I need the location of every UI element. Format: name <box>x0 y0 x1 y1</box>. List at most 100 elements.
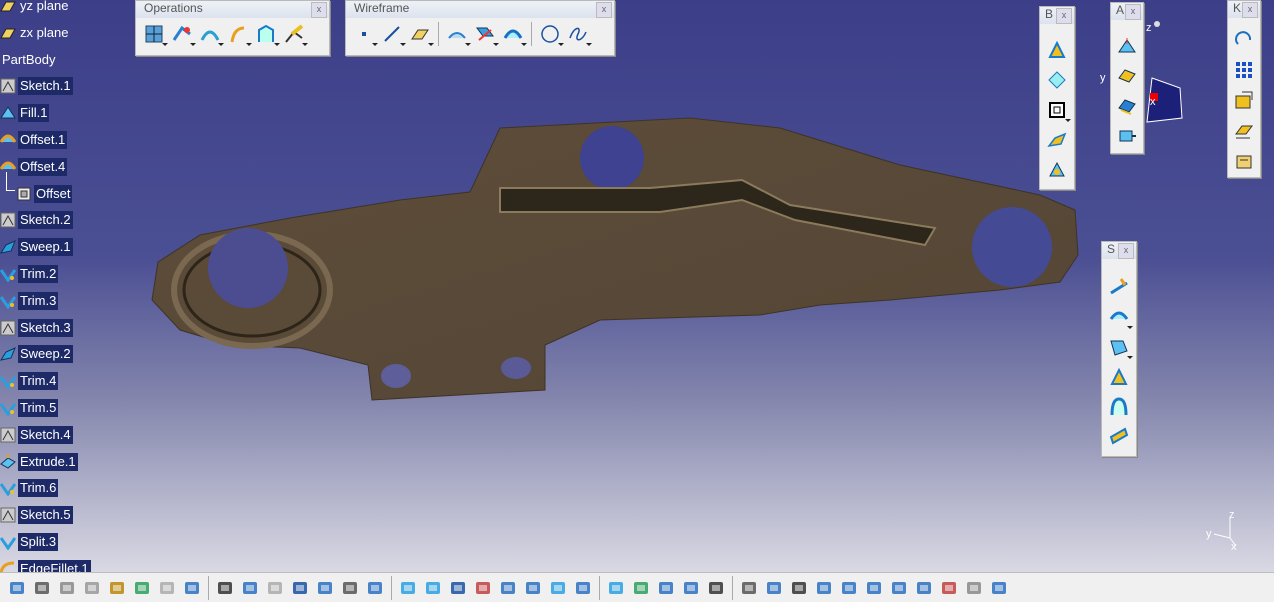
tree-item[interactable]: Sweep.1 <box>0 237 73 257</box>
hole[interactable] <box>381 364 411 388</box>
offset-icon[interactable] <box>1115 64 1139 88</box>
spline-icon[interactable] <box>566 22 592 46</box>
hand-icon[interactable] <box>788 577 810 599</box>
tools-icon[interactable] <box>963 577 985 599</box>
plane-icon[interactable] <box>408 22 434 46</box>
tree-item[interactable]: PartBody <box>0 50 57 70</box>
fit-all-icon[interactable] <box>422 577 444 599</box>
join-icon[interactable] <box>142 22 168 46</box>
zoom-out-icon[interactable] <box>522 577 544 599</box>
chamfer-icon[interactable] <box>1107 335 1133 359</box>
operations-toolbar[interactable]: Operations x <box>135 0 330 56</box>
lock-icon[interactable] <box>339 577 361 599</box>
blend-icon[interactable] <box>1045 98 1071 122</box>
s-toolbar[interactable]: S x <box>1101 241 1137 457</box>
healing-icon[interactable] <box>170 22 196 46</box>
whats-this-icon[interactable] <box>181 577 203 599</box>
parameter-icon[interactable] <box>364 577 386 599</box>
render-style-icon[interactable] <box>630 577 652 599</box>
pan-icon[interactable] <box>447 577 469 599</box>
hole[interactable] <box>208 228 288 308</box>
grid-icon[interactable] <box>863 577 885 599</box>
split-icon[interactable] <box>1115 124 1139 148</box>
a-toolbar[interactable]: A x <box>1110 2 1144 154</box>
snapshot-icon[interactable] <box>738 577 760 599</box>
tree-item[interactable]: yz plane <box>0 0 70 16</box>
hide-show-icon[interactable] <box>655 577 677 599</box>
tree-item[interactable]: Sketch.3 <box>0 318 73 338</box>
shape-fillet-icon[interactable] <box>1107 275 1131 299</box>
cut-icon[interactable] <box>56 577 78 599</box>
multi-view-icon[interactable] <box>572 577 594 599</box>
thickness-icon[interactable] <box>1115 94 1139 118</box>
tree-item[interactable]: Sketch.4 <box>0 425 73 445</box>
settings-icon[interactable] <box>988 577 1010 599</box>
tree-item[interactable]: Split.3 <box>0 532 59 552</box>
projection-icon[interactable] <box>445 22 471 46</box>
intersection-icon[interactable] <box>473 22 499 46</box>
hole[interactable] <box>580 126 644 190</box>
tree-item[interactable]: Sketch.5 <box>0 505 73 525</box>
tree-item[interactable]: Trim.2 <box>0 264 59 284</box>
close-icon[interactable]: x <box>596 2 612 18</box>
circle-icon[interactable] <box>538 22 564 46</box>
face-fillet-icon[interactable] <box>1107 365 1131 389</box>
face-icon[interactable] <box>913 577 935 599</box>
tree-item[interactable]: Sketch.2 <box>0 210 73 230</box>
comment-icon[interactable] <box>239 577 261 599</box>
point-icon[interactable] <box>352 22 378 46</box>
k-toolbar[interactable]: K x <box>1227 0 1261 178</box>
extrapolate-icon[interactable] <box>1045 158 1069 182</box>
copy-icon[interactable] <box>81 577 103 599</box>
tree-item[interactable]: Sweep.2 <box>0 344 73 364</box>
multi-section-icon[interactable] <box>1045 68 1069 92</box>
boundary-icon[interactable] <box>226 22 252 46</box>
parallel-curve-icon[interactable] <box>501 22 527 46</box>
transform-icon[interactable] <box>282 22 308 46</box>
close-icon[interactable]: x <box>1242 2 1258 18</box>
fill-icon[interactable] <box>1045 38 1069 62</box>
measure-icon[interactable] <box>938 577 960 599</box>
tree-item[interactable]: Trim.6 <box>0 478 59 498</box>
hole[interactable] <box>501 357 531 379</box>
tree-item[interactable]: Offset <box>16 184 73 204</box>
axis-to-axis-icon[interactable] <box>1232 148 1256 172</box>
swap-icon[interactable] <box>680 577 702 599</box>
rotate-xn-icon[interactable] <box>1232 28 1256 52</box>
b-toolbar[interactable]: B x <box>1039 6 1075 190</box>
tree-item[interactable]: Offset.1 <box>0 130 68 150</box>
close-icon[interactable]: x <box>1056 8 1072 24</box>
refresh-icon[interactable] <box>763 577 785 599</box>
tree-item[interactable]: Extrude.1 <box>0 452 78 472</box>
line-icon[interactable] <box>380 22 406 46</box>
hole[interactable] <box>972 207 1052 287</box>
edge-fillet-icon[interactable] <box>1107 305 1133 329</box>
print-icon[interactable] <box>31 577 53 599</box>
capture-icon[interactable] <box>705 577 727 599</box>
formula-icon[interactable] <box>214 577 236 599</box>
close-icon[interactable]: x <box>1125 4 1141 20</box>
normal-view-icon[interactable] <box>547 577 569 599</box>
tree-item[interactable]: zx plane <box>0 23 70 43</box>
redo-icon[interactable] <box>156 577 178 599</box>
table-icon[interactable] <box>289 577 311 599</box>
zoom-in-icon[interactable] <box>497 577 519 599</box>
untrim-icon[interactable] <box>198 22 224 46</box>
compare-icon[interactable] <box>838 577 860 599</box>
tritangent-fillet-icon[interactable] <box>1107 395 1131 419</box>
knowledge-icon[interactable] <box>264 577 286 599</box>
undo-icon[interactable] <box>131 577 153 599</box>
axis-icon[interactable] <box>813 577 835 599</box>
3d-viewport[interactable]: z y x z y x <box>0 0 1274 572</box>
iso-view-icon[interactable] <box>605 577 627 599</box>
affinity-icon[interactable] <box>1232 118 1256 142</box>
rotate-icon[interactable] <box>472 577 494 599</box>
save-icon[interactable] <box>6 577 28 599</box>
tree-item[interactable]: Sketch.1 <box>0 76 73 96</box>
tree-icon[interactable] <box>314 577 336 599</box>
standard-toolbar[interactable] <box>0 572 1274 602</box>
paste-icon[interactable] <box>106 577 128 599</box>
tree-item[interactable]: Trim.5 <box>0 398 59 418</box>
close-icon[interactable]: x <box>311 2 327 18</box>
sweep-tool-icon[interactable] <box>888 577 910 599</box>
